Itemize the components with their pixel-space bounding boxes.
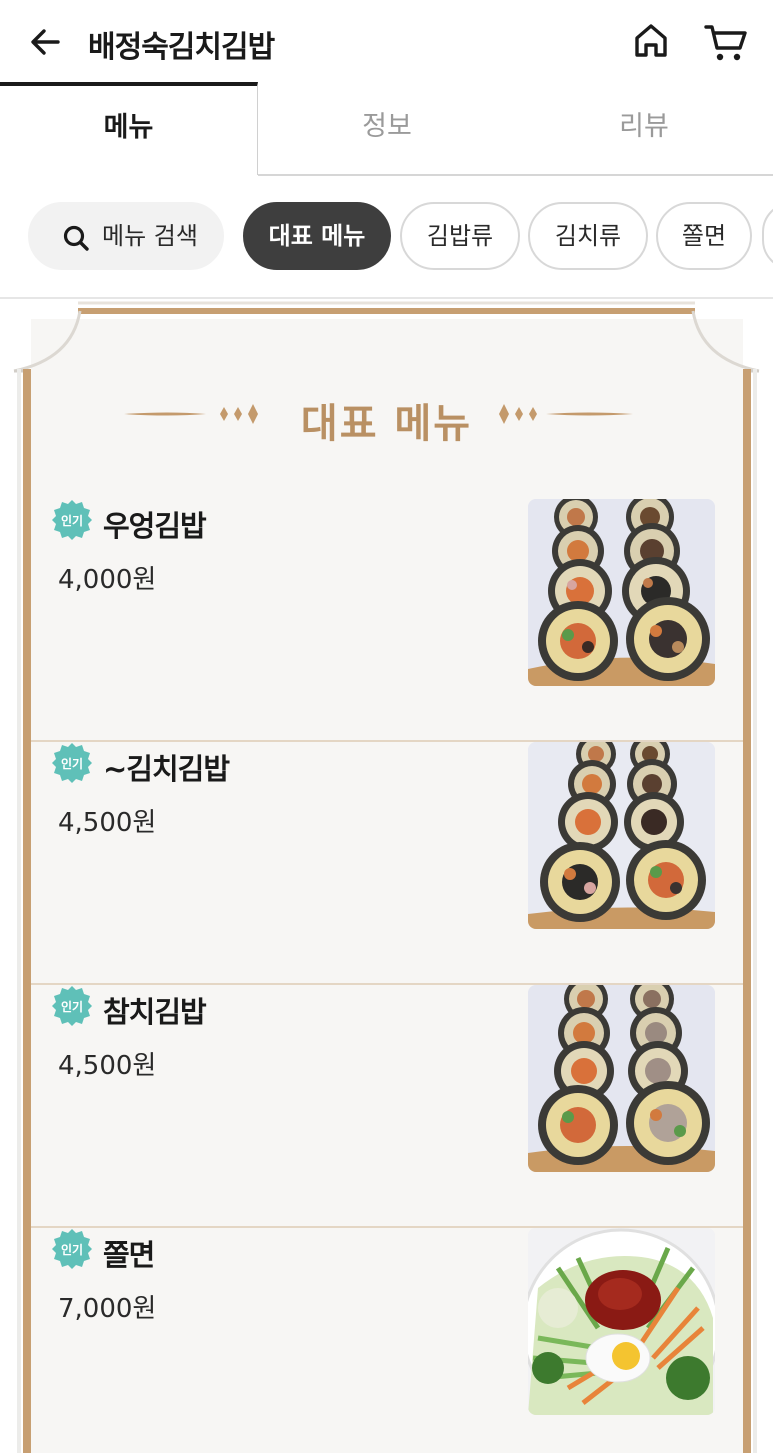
popular-badge-icon: 인기	[52, 743, 92, 783]
tab-review[interactable]: 리뷰	[515, 82, 773, 175]
svg-text:인기: 인기	[61, 1242, 83, 1257]
kimbap-photo[interactable]	[528, 985, 715, 1172]
svg-text:인기: 인기	[61, 756, 83, 771]
tab-divider	[258, 174, 773, 176]
kimbap-photo[interactable]	[528, 742, 715, 929]
section-title: 대표 메뉴	[300, 401, 473, 447]
menu-item[interactable]: 인기 쫄면 7,000원	[31, 1228, 743, 1453]
menu-item-price: 4,500원	[58, 808, 157, 838]
chip-more[interactable]	[762, 202, 773, 270]
cart-icon[interactable]	[700, 18, 750, 64]
menu-item-name: 쫄면	[103, 1238, 155, 1272]
menu-item[interactable]: 인기 우엉김밥 4,000원	[31, 499, 743, 742]
jjolmyeon-photo[interactable]	[528, 1228, 715, 1415]
popular-badge-icon: 인기	[52, 500, 92, 540]
chip-kimchi[interactable]: 김치류	[528, 202, 648, 270]
kimbap-photo[interactable]	[528, 499, 715, 686]
search-label: 메뉴 검색	[102, 222, 198, 250]
tab-menu[interactable]: 메뉴	[0, 82, 258, 175]
chip-kimbap[interactable]: 김밥류	[400, 202, 520, 270]
app-header: 배정숙김치김밥	[0, 0, 773, 84]
menu-item-price: 4,000원	[58, 565, 157, 595]
arrow-left-icon[interactable]	[24, 20, 68, 64]
category-chip-bar: 메뉴 검색 대표 메뉴 김밥류 김치류 쫄면	[0, 200, 773, 272]
title-ornament-right	[499, 404, 633, 424]
popular-badge-icon: 인기	[52, 986, 92, 1026]
tab-bar: 메뉴 정보 리뷰	[0, 82, 773, 176]
home-icon[interactable]	[628, 18, 674, 64]
menu-item-name: 우엉김밥	[103, 509, 207, 543]
menu-item[interactable]: 인기 ~김치김밥 4,500원	[31, 742, 743, 985]
menu-board: 대표 메뉴 인기 우엉김밥 4,000원 인기 ~김치김밥 4,500원 인기 …	[0, 299, 773, 1453]
store-title: 배정숙김치김밥	[88, 30, 275, 65]
popular-badge-icon: 인기	[52, 1229, 92, 1269]
search-icon	[63, 225, 89, 251]
tab-info[interactable]: 정보	[258, 82, 516, 175]
chip-representative-menu[interactable]: 대표 메뉴	[243, 202, 391, 270]
menu-item-name: 참치김밥	[103, 995, 207, 1029]
svg-text:인기: 인기	[61, 513, 83, 528]
chip-jjolmyeon[interactable]: 쫄면	[656, 202, 752, 270]
svg-text:인기: 인기	[61, 999, 83, 1014]
menu-item[interactable]: 인기 참치김밥 4,500원	[31, 985, 743, 1228]
menu-search-button[interactable]: 메뉴 검색	[28, 202, 224, 270]
menu-item-price: 4,500원	[58, 1051, 157, 1081]
menu-item-name: ~김치김밥	[103, 752, 230, 786]
menu-item-price: 7,000원	[58, 1294, 157, 1324]
